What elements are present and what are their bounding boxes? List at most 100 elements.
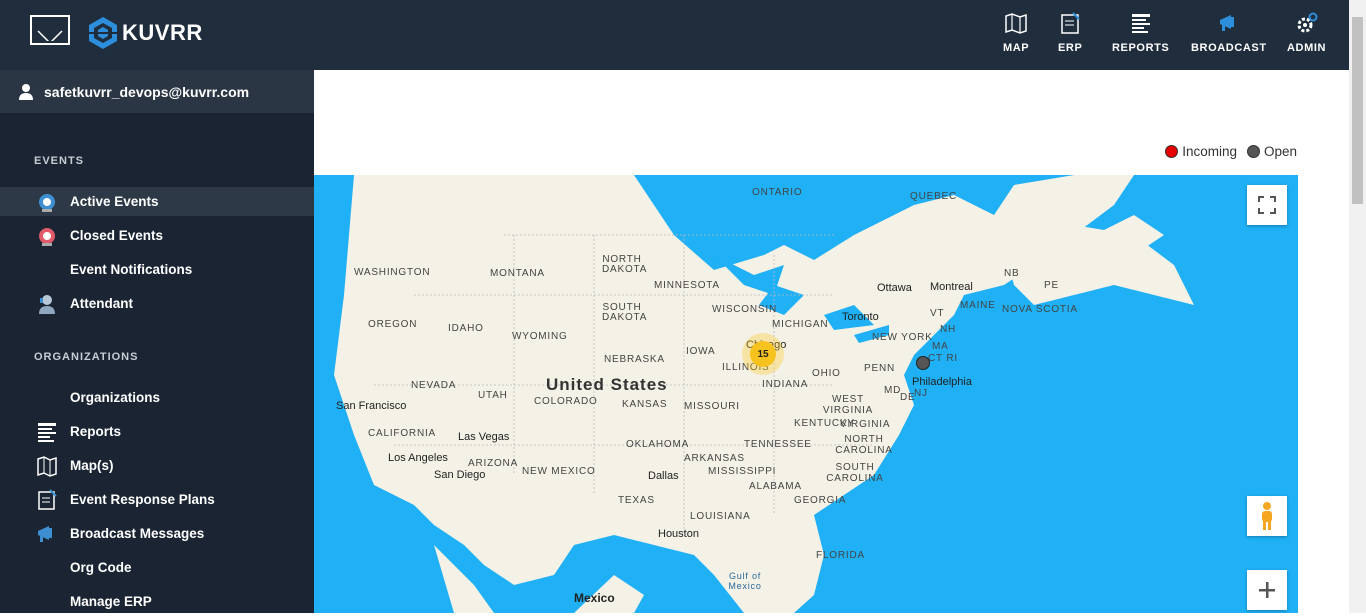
- sidebar-item-event-notifications[interactable]: Event Notifications: [0, 255, 314, 284]
- map-label-north-dakota: NORTH DAKOTA: [602, 254, 648, 275]
- menu-toggle-button[interactable]: [30, 15, 70, 45]
- map-label-ma: MA: [932, 341, 949, 352]
- map-label-gulf-of-mexico: Gulf of Mexico: [728, 571, 762, 591]
- map-label-penn: PENN: [864, 363, 895, 374]
- city-houston: Houston: [658, 528, 699, 540]
- map-label-kansas: KANSAS: [622, 399, 668, 410]
- nav-reports[interactable]: REPORTS: [1112, 12, 1169, 54]
- main-content: Incoming Open ONTARIO QUEBEC WASHINGTON …: [314, 70, 1349, 613]
- city-las-vegas: Las Vegas: [458, 431, 510, 443]
- legend-incoming: Incoming: [1182, 144, 1237, 159]
- map-icon: [1005, 13, 1027, 34]
- map-land-shapes: [314, 175, 1194, 613]
- map-label-nebraska: NEBRASKA: [604, 354, 665, 365]
- sidebar-item-label: Map(s): [70, 458, 114, 473]
- nav-broadcast[interactable]: BROADCAST: [1191, 12, 1267, 54]
- map-legend: Incoming Open: [1165, 144, 1297, 159]
- map-label-ontario: ONTARIO: [752, 187, 803, 198]
- map-label-texas: TEXAS: [618, 495, 655, 506]
- sidebar-item-label: Closed Events: [70, 228, 164, 243]
- city-toronto: Toronto: [842, 311, 879, 323]
- sidebar-item-broadcast-messages[interactable]: Broadcast Messages: [0, 519, 314, 548]
- street-view-button[interactable]: [1247, 496, 1287, 536]
- map-label-georgia: GEORGIA: [794, 495, 847, 506]
- fullscreen-icon: [1258, 196, 1276, 214]
- incoming-dot-icon: [1165, 145, 1179, 158]
- user-icon: [19, 83, 33, 100]
- map-label-missouri: MISSOURI: [684, 401, 740, 412]
- map-label-california: CALIFORNIA: [368, 428, 437, 439]
- city-san-francisco: San Francisco: [336, 400, 407, 412]
- open-event-marker[interactable]: [916, 356, 930, 370]
- plus-icon: [1259, 582, 1275, 598]
- map-label-arizona: ARIZONA: [468, 458, 519, 469]
- map-label-idaho: IDAHO: [448, 323, 484, 334]
- map-label-ct-ri: CT RI: [928, 353, 958, 364]
- sidebar-item-label: Active Events: [70, 194, 159, 209]
- sidebar-item-org-code[interactable]: Org Code: [0, 553, 314, 582]
- map-label-new-mexico: NEW MEXICO: [522, 466, 596, 477]
- zoom-in-button[interactable]: [1247, 570, 1287, 610]
- map-label-arkansas: ARKANSAS: [684, 453, 745, 464]
- kuvrr-logo-icon: [89, 17, 117, 49]
- map-label-tennessee: TENNESSEE: [744, 439, 812, 450]
- sidebar-item-event-response-plans[interactable]: Event Response Plans: [0, 485, 314, 514]
- map-label-maine: MAINE: [960, 300, 996, 311]
- nav-map[interactable]: MAP: [1003, 12, 1029, 54]
- map-label-nevada: NEVADA: [411, 380, 457, 391]
- alarm-icon: [39, 228, 55, 246]
- close-icon: [37, 30, 63, 41]
- sidebar: safetkuvrr_devops@kuvrr.com EVENTS Activ…: [0, 70, 314, 613]
- sidebar-item-label: Event Notifications: [70, 262, 193, 277]
- map-label-north-carolina: NORTH CAROLINA: [835, 434, 893, 456]
- legend-open: Open: [1263, 144, 1297, 159]
- sidebar-item-reports[interactable]: Reports: [0, 417, 314, 446]
- sidebar-item-closed-events[interactable]: Closed Events: [0, 221, 314, 250]
- map-label-utah: UTAH: [478, 390, 508, 401]
- sidebar-item-label: Reports: [70, 424, 122, 439]
- map-label-minnesota: MINNESOTA: [654, 280, 720, 291]
- section-title-organizations: ORGANIZATIONS: [34, 351, 139, 363]
- top-header: KUVRR MAP ERP REPORTS BROADCAST ADMIN: [0, 0, 1349, 70]
- nav-admin[interactable]: ADMIN: [1287, 12, 1326, 54]
- map-label-west-virginia: WEST VIRGINIA: [822, 394, 874, 416]
- map-label-south-carolina: SOUTH CAROLINA: [826, 462, 884, 484]
- user-bar[interactable]: safetkuvrr_devops@kuvrr.com: [0, 70, 314, 113]
- reports-icon: [38, 423, 56, 442]
- map-label-louisiana: LOUISIANA: [690, 511, 751, 522]
- sidebar-item-label: Event Response Plans: [70, 492, 215, 507]
- open-dot-icon: [1246, 145, 1260, 158]
- page-scrollbar[interactable]: [1349, 0, 1366, 613]
- sidebar-item-maps[interactable]: Map(s): [0, 451, 314, 480]
- city-mexico: Mexico: [574, 591, 615, 605]
- nav-erp[interactable]: ERP: [1058, 12, 1082, 54]
- scrollbar-thumb[interactable]: [1352, 17, 1363, 204]
- event-cluster-marker[interactable]: 15: [750, 341, 776, 367]
- sidebar-item-attendant[interactable]: Attendant: [0, 289, 314, 318]
- map-label-florida: FLORIDA: [816, 550, 865, 561]
- sidebar-item-label: Attendant: [70, 296, 133, 311]
- map-label-vt: VT: [930, 308, 945, 319]
- map-label-michigan: MICHIGAN: [772, 319, 829, 330]
- brand-logo[interactable]: KUVRR: [88, 16, 203, 50]
- fullscreen-button[interactable]: [1247, 185, 1287, 225]
- events-map[interactable]: ONTARIO QUEBEC WASHINGTON MONTANA NORTH …: [314, 175, 1298, 613]
- sidebar-item-label: Organizations: [70, 390, 161, 405]
- map-label-ohio: OHIO: [812, 368, 841, 379]
- map-label-oregon: OREGON: [368, 319, 418, 330]
- nav-broadcast-label: BROADCAST: [1191, 42, 1267, 54]
- erp-icon: [1061, 12, 1080, 34]
- sidebar-item-organizations[interactable]: Organizations: [0, 383, 314, 412]
- city-san-diego: San Diego: [434, 469, 486, 481]
- map-label-iowa: IOWA: [686, 346, 716, 357]
- map-label-oklahoma: OKLAHOMA: [626, 439, 690, 450]
- map-label-new-york: NEW YORK: [872, 332, 933, 343]
- brand-name: KUVRR: [122, 20, 203, 45]
- broadcast-icon: [1219, 15, 1234, 31]
- map-label-mississippi: MISSISSIPPI: [708, 466, 777, 477]
- sidebar-item-active-events[interactable]: Active Events: [0, 187, 314, 216]
- map-country-label: United States: [546, 375, 668, 394]
- reports-icon: [1131, 14, 1150, 33]
- sidebar-item-manage-erp[interactable]: Manage ERP: [0, 587, 314, 616]
- city-montreal: Montreal: [930, 281, 973, 293]
